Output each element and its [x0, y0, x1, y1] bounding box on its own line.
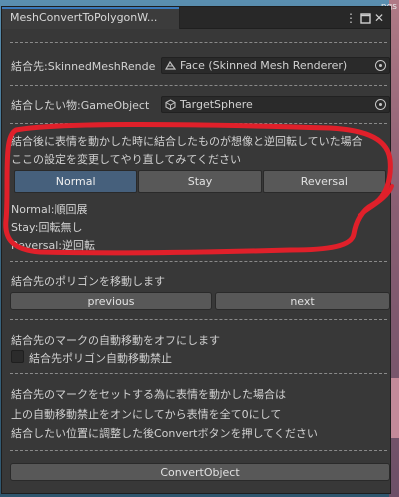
source-label: 結合したい物:GameObject [11, 99, 150, 112]
mode-normal-button[interactable]: Normal [14, 170, 138, 193]
legend-normal: Normal:順回展 [11, 203, 88, 216]
auto-move-heading: 結合先のマークの自動移動をオフにします [11, 334, 220, 347]
separator [10, 450, 387, 451]
target-object-value: Face (Skinned Mesh Renderer) [180, 59, 348, 72]
legend-stay: Stay:回転無し [11, 221, 83, 234]
close-icon[interactable]: ✕ [372, 10, 386, 26]
separator [10, 123, 387, 124]
separator [10, 261, 387, 262]
separator [10, 42, 387, 43]
source-object-value: TargetSphere [180, 98, 253, 111]
auto-move-checkbox-label: 結合先ポリゴン自動移動禁止 [29, 352, 172, 365]
instruction-line2: 上の自動移動禁止をオンにしてから表情を全て0にして [11, 408, 282, 421]
auto-move-checkbox[interactable] [11, 350, 24, 363]
skinned-mesh-icon [165, 60, 176, 70]
tab-accent [2, 7, 179, 9]
object-picker-icon[interactable] [375, 99, 386, 110]
mode-stay-button[interactable]: Stay [138, 170, 262, 193]
direction-note-line1: 結合後に表情を動かした時に結合したものが想像と逆回転していた場合 [11, 135, 363, 148]
previous-button[interactable]: previous [10, 292, 212, 310]
convert-object-button[interactable]: ConvertObject [10, 463, 390, 481]
next-button[interactable]: next [215, 292, 390, 310]
object-picker-icon[interactable] [375, 60, 386, 71]
gameobject-cube-icon [165, 99, 176, 110]
window-tab[interactable]: MeshConvertToPolygonW... [2, 7, 180, 29]
separator [10, 373, 387, 374]
maximize-icon[interactable] [358, 10, 372, 26]
kebab-menu-icon[interactable]: ⋮ [344, 10, 358, 26]
window-tabbar: MeshConvertToPolygonW... ⋮ ✕ [2, 7, 390, 29]
instruction-line3: 結合したい位置に調整した後Convertボタンを押してください [11, 427, 318, 440]
instruction-line1: 結合先のマークをセットする為に表情を動かした場合は [11, 388, 286, 401]
rotation-mode-toolbar: Normal Stay Reversal [14, 170, 387, 193]
editor-window: MeshConvertToPolygonW... ⋮ ✕ 結合先:Skinned… [1, 6, 391, 494]
legend-reversal: Reversal:逆回転 [11, 239, 95, 252]
direction-note-line2: ここの設定を変更してやり直してみてください [11, 153, 242, 166]
source-object-field[interactable]: TargetSphere [161, 96, 390, 113]
move-heading: 結合先のポリゴンを移動します [11, 275, 165, 288]
target-label: 結合先:SkinnedMeshRende [11, 60, 156, 73]
mode-reversal-button[interactable]: Reversal [262, 170, 386, 193]
separator [10, 319, 387, 320]
window-title: MeshConvertToPolygonW... [10, 11, 158, 24]
target-object-field[interactable]: Face (Skinned Mesh Renderer) [161, 57, 390, 74]
separator [10, 85, 387, 86]
